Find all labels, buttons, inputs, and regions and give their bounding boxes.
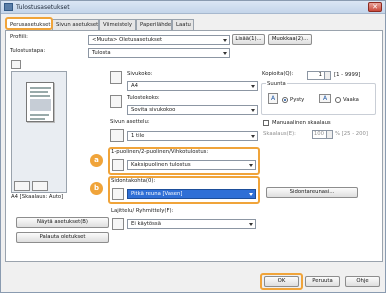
output-method-value: Tulosta <box>92 50 111 56</box>
landscape-label: Vaaka <box>343 97 359 103</box>
preview-view-icon[interactable] <box>14 181 30 191</box>
output-size-value: Sovita sivukokoo <box>131 107 176 113</box>
chevron-down-icon <box>223 39 227 42</box>
scale-value: 100 <box>313 131 324 137</box>
copies-value: 1 <box>318 72 322 78</box>
duplex-label: 1-puolinen/2-puolinen/Vihkotulostus: <box>111 149 209 155</box>
page-layout-icon <box>110 129 124 142</box>
duplex-select[interactable]: Kaksipuolinen tulostus <box>127 160 256 170</box>
portrait-radio[interactable] <box>282 97 288 103</box>
tab-bar: Perusasetukset Sivun asetukset Viimeiste… <box>5 17 383 30</box>
tab-basic-settings[interactable]: Perusasetukset <box>5 17 53 30</box>
title-bar: Tulostusasetukset ✕ <box>1 1 385 14</box>
output-method-select[interactable]: Tulosta <box>88 48 230 58</box>
output-size-select[interactable]: Sovita sivukokoo <box>127 105 258 115</box>
preview-toggle-icon[interactable] <box>11 60 21 69</box>
spinner-icon[interactable] <box>324 72 330 79</box>
basic-settings-panel: Profiili: <Muuta> Oletusasetukset Lisää(… <box>5 30 383 262</box>
page-size-value: A4 <box>131 83 138 89</box>
binding-margin-button[interactable]: Sidontareunasi... <box>266 187 358 198</box>
tab-page-setup[interactable]: Sivun asetukset <box>52 19 99 30</box>
output-size-label: Tulostekoko: <box>127 95 160 101</box>
collate-value: Ei käytössä <box>131 221 161 227</box>
print-settings-window: Tulostusasetukset ✕ Perusasetukset Sivun… <box>0 0 386 293</box>
chevron-down-icon <box>249 164 253 167</box>
settings-view-icon[interactable] <box>32 181 48 191</box>
page-size-label: Sivukoko: <box>127 71 153 77</box>
binding-value: Pitkä reuna [Vasen] <box>131 191 183 197</box>
scale-label: Skaalaus(E): <box>263 131 296 137</box>
page-layout-label: Sivun asettelu: <box>110 119 150 125</box>
page-size-select[interactable]: A4 <box>127 81 258 91</box>
scale-input[interactable]: 100 <box>312 130 333 139</box>
restore-defaults-button[interactable]: Palauta oletukset <box>16 232 109 243</box>
profile-value: <Muuta> Oletusasetukset <box>92 37 163 43</box>
scale-range: % [25 - 200] <box>335 131 368 137</box>
copies-input[interactable]: 1 <box>307 71 331 80</box>
chevron-down-icon <box>249 223 253 226</box>
chevron-down-icon <box>251 109 255 112</box>
binding-label: Sidontakohta(0): <box>111 178 156 184</box>
binding-icon <box>112 188 124 200</box>
printer-icon <box>4 3 13 11</box>
landscape-radio[interactable] <box>335 97 341 103</box>
orientation-label: Suunta <box>266 81 287 87</box>
portrait-label: Pysty <box>290 97 305 103</box>
page-layout-value: 1 tile <box>131 133 145 139</box>
cancel-button[interactable]: Peruuta <box>305 276 340 287</box>
output-size-icon <box>110 95 122 108</box>
profile-select[interactable]: <Muuta> Oletusasetukset <box>88 35 230 45</box>
tab-paper-source[interactable]: Paperilähde <box>136 19 172 30</box>
portrait-icon: A <box>268 93 278 104</box>
binding-select[interactable]: Pitkä reuna [Vasen] <box>127 189 256 199</box>
duplex-value: Kaksipuolinen tulostus <box>131 162 191 168</box>
tab-finishing[interactable]: Viimeistely <box>99 19 136 30</box>
callout-badge-b: b <box>90 182 103 195</box>
tab-quality[interactable]: Laatu <box>172 19 194 30</box>
manual-scaling-label: Manuaalinen skaalaus <box>272 120 331 126</box>
collate-icon <box>112 218 124 230</box>
help-button[interactable]: Ohje <box>345 276 380 287</box>
collate-select[interactable]: Ei käytössä <box>127 219 256 229</box>
page-layout-select[interactable]: 1 tile <box>127 131 258 141</box>
close-button[interactable]: ✕ <box>368 2 382 12</box>
edit-profile-button[interactable]: Muokkaa(2)... <box>268 34 312 45</box>
chevron-down-icon <box>249 193 253 196</box>
output-method-label: Tulostustapa: <box>10 48 46 54</box>
window-title: Tulostusasetukset <box>16 4 70 11</box>
chevron-down-icon <box>251 135 255 138</box>
manual-scaling-checkbox[interactable] <box>263 120 269 126</box>
spinner-icon[interactable] <box>326 131 332 138</box>
chevron-down-icon <box>251 85 255 88</box>
landscape-icon: A <box>319 94 331 103</box>
view-settings-button[interactable]: Näytä asetukset(B) <box>16 217 109 228</box>
ok-button[interactable]: OK <box>264 276 299 287</box>
duplex-icon <box>112 159 124 171</box>
profile-label: Profiili: <box>10 34 28 40</box>
copies-range: [1 - 9999] <box>334 72 361 78</box>
collate-label: Lajittelu/ Ryhmittely(F): <box>111 208 174 214</box>
callout-badge-a: a <box>90 154 103 167</box>
preview-page-icon <box>26 82 54 122</box>
add-profile-button[interactable]: Lisää(1)... <box>232 34 265 45</box>
preview-status-text: A4 [Skaalaus: Auto] <box>11 194 64 200</box>
page-preview <box>11 71 67 193</box>
page-size-icon <box>110 71 122 84</box>
copies-label: Kopioita(Q): <box>262 71 294 77</box>
chevron-down-icon <box>223 52 227 55</box>
